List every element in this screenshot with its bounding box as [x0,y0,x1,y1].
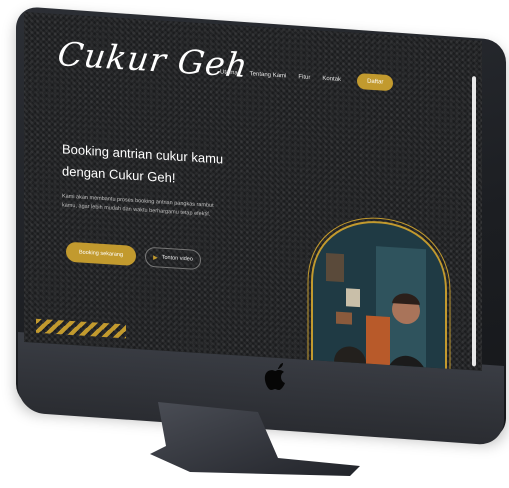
watch-video-label: Tonton video [161,254,193,263]
play-icon: ▶ [153,254,158,261]
apple-icon [264,363,285,390]
hero-barber-image [307,217,451,371]
scrollbar[interactable] [472,76,476,367]
nav-link-utama[interactable]: Utama [220,69,238,76]
nav-link-fitur[interactable]: Fitur [298,74,310,81]
watch-video-button[interactable]: ▶ Tonton video [145,246,201,271]
nav-link-tentang-kami[interactable]: Tentang Kami [250,71,287,79]
nav-link-kontak[interactable]: Kontak [322,76,341,83]
decorative-stripes [36,318,126,339]
booking-now-button[interactable]: Booking sekarang [66,241,136,267]
daftar-button[interactable]: Daftar [357,72,394,92]
hero-description: Kami akan membantu proses booking antria… [62,193,214,218]
screen: Cukur Geh Utama Tentang Kami Fitur Konta… [24,12,482,371]
imac-stand [150,402,360,476]
main-nav: Utama Tentang Kami Fitur Kontak Daftar [220,64,394,92]
hero-title: Booking antrian cukur kamu dengan Cukur … [62,138,262,195]
